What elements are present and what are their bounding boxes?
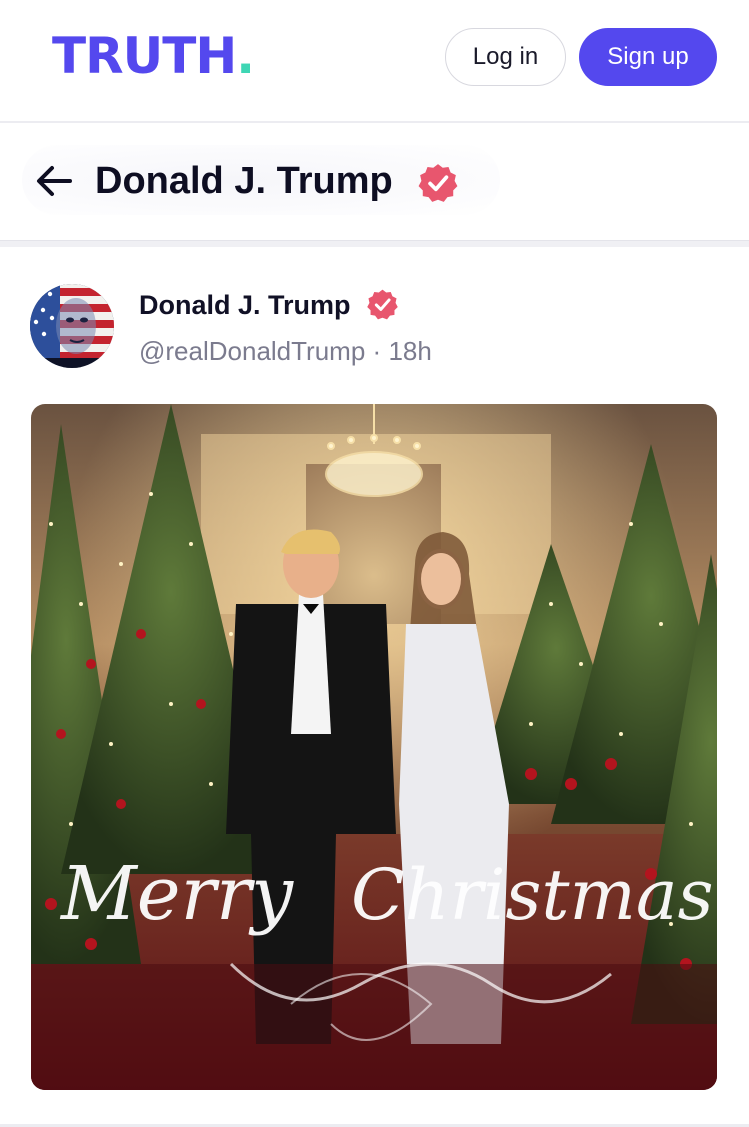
christmas-portrait-image: Merry Christmas bbox=[31, 404, 717, 1090]
top-bar: TRUTH. Log in Sign up bbox=[0, 0, 749, 120]
login-button[interactable]: Log in bbox=[445, 28, 566, 86]
signup-button[interactable]: Sign up bbox=[579, 28, 717, 86]
author-meta: @realDonaldTrump · 18h bbox=[139, 333, 432, 369]
signup-label: Sign up bbox=[607, 43, 689, 70]
post-time[interactable]: 18h bbox=[388, 336, 431, 366]
section-divider bbox=[0, 240, 749, 247]
page-title: Donald J. Trump bbox=[95, 160, 393, 202]
verified-badge-icon bbox=[418, 164, 458, 202]
truth-logo[interactable]: TRUTH. bbox=[52, 27, 255, 85]
arrow-left-icon[interactable] bbox=[34, 163, 74, 199]
author-name[interactable]: Donald J. Trump bbox=[139, 286, 351, 324]
post-image[interactable]: Merry Christmas bbox=[31, 404, 717, 1090]
profile-title-bar: Donald J. Trump bbox=[0, 123, 749, 241]
caption-merry: Merry bbox=[59, 851, 294, 937]
avatar[interactable] bbox=[30, 284, 114, 368]
author-handle[interactable]: @realDonaldTrump bbox=[139, 336, 365, 366]
login-label: Log in bbox=[472, 43, 539, 70]
logo-text: TRUTH bbox=[52, 27, 237, 85]
meta-separator: · bbox=[372, 336, 382, 366]
caption-christmas: Christmas bbox=[351, 854, 714, 936]
avatar-image bbox=[30, 284, 114, 368]
verified-badge-icon bbox=[367, 289, 398, 320]
logo-dot: . bbox=[236, 27, 255, 85]
